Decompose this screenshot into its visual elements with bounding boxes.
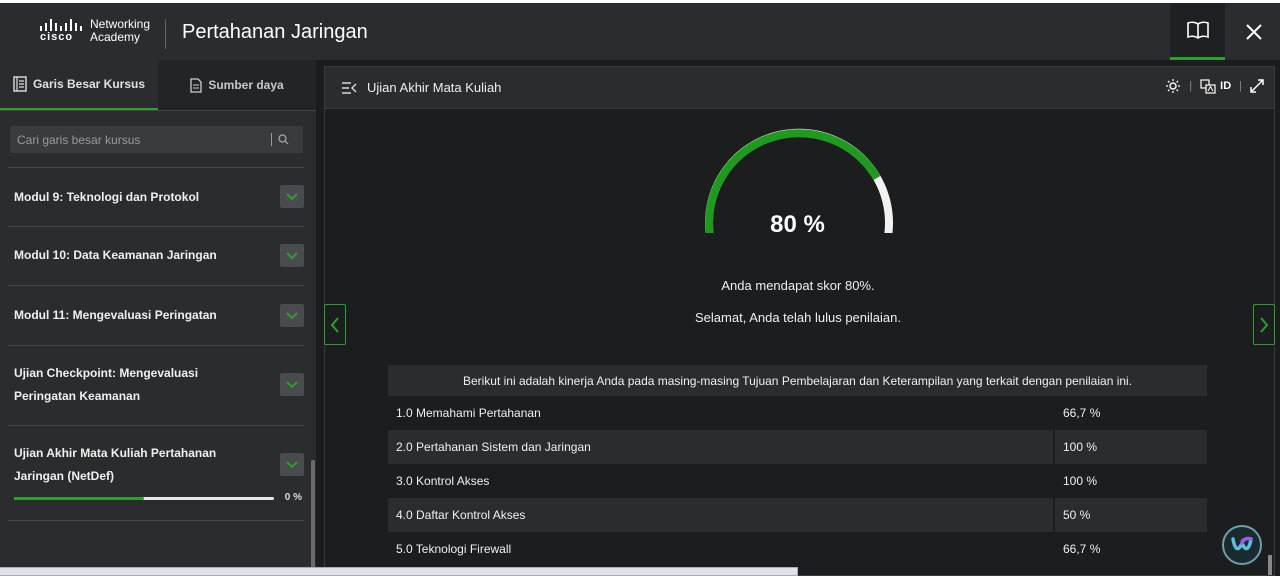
course-sidebar: Garis Besar Kursus Sumber daya Modul 9: … — [0, 60, 316, 576]
module-label: Modul 10: Data Keamanan Jaringan — [14, 248, 217, 262]
course-outline-list: Modul 9: Teknologi dan Protokol Modul 10… — [8, 167, 304, 521]
objective-cell: 5.0 Teknologi Firewall — [396, 542, 512, 556]
progress-fill — [14, 497, 144, 500]
chevron-down-icon — [286, 380, 298, 388]
expand-button[interactable] — [280, 185, 304, 208]
tab-course-outline-label: Garis Besar Kursus — [32, 77, 146, 91]
open-book-icon — [1186, 21, 1209, 39]
cisco-networking-academy-logo[interactable]: cisco Networking Academy — [38, 17, 158, 49]
expand-button[interactable] — [280, 244, 304, 267]
list-item-module-9[interactable]: Modul 9: Teknologi dan Protokol — [8, 167, 304, 226]
module-label: Ujian Akhir Mata Kuliah Pertahanan Jarin… — [14, 446, 217, 483]
module-label: Modul 11: Mengevaluasi Peringatan — [14, 308, 217, 322]
chevron-down-icon — [286, 192, 298, 200]
brightness-icon[interactable] — [1165, 78, 1181, 94]
search-icon[interactable] — [278, 134, 289, 145]
score-cell: 66,7 % — [1053, 396, 1207, 430]
expand-button[interactable] — [280, 373, 304, 396]
logo-brand: cisco — [40, 31, 74, 43]
pass-message: Selamat, Anda telah lulus penilaian. — [695, 310, 901, 325]
previous-page-button[interactable] — [324, 304, 346, 345]
table-row: 4.0 Daftar Kontrol Akses 50 % — [388, 498, 1207, 532]
logo-line2: Academy — [90, 30, 141, 44]
header-divider — [165, 19, 166, 49]
tab-resources-label: Sumber daya — [208, 78, 284, 92]
table-row: 2.0 Pertahanan Sistem dan Jaringan 100 % — [388, 430, 1207, 464]
search-separator — [271, 133, 272, 146]
score-message: Anda mendapat skor 80%. — [721, 278, 875, 293]
content-scrollbar[interactable] — [1268, 555, 1272, 575]
objective-cell: 2.0 Pertahanan Sistem dan Jaringan — [396, 440, 591, 454]
objective-cell: 3.0 Kontrol Akses — [396, 474, 490, 488]
close-icon — [1246, 23, 1262, 40]
score-cell: 100 % — [1053, 430, 1207, 464]
list-item-final-exam[interactable]: Ujian Akhir Mata Kuliah Pertahanan Jarin… — [8, 425, 304, 521]
close-button[interactable] — [1228, 3, 1280, 60]
objective-cell: 1.0 Memahami Pertahanan — [396, 406, 541, 420]
score-cell: 66,7 % — [1053, 532, 1207, 566]
list-item-module-11[interactable]: Modul 11: Mengevaluasi Peringatan — [8, 285, 304, 345]
chevron-left-icon — [330, 316, 339, 333]
search-input[interactable] — [17, 132, 267, 147]
outline-search — [10, 126, 303, 153]
table-row: 1.0 Memahami Pertahanan 66,7 % — [388, 396, 1207, 430]
top-bar: cisco Networking Academy Pertahanan Jari… — [0, 0, 1280, 60]
chevron-right-icon — [1260, 316, 1269, 333]
logo-text: Networking Academy — [90, 18, 150, 44]
course-book-button[interactable] — [1170, 3, 1225, 60]
table-header: Berikut ini adalah kinerja Anda pada mas… — [388, 365, 1207, 396]
objective-cell: 4.0 Daftar Kontrol Akses — [396, 508, 526, 522]
module-label: Ujian Checkpoint: Mengevaluasi Peringata… — [14, 366, 199, 403]
header-tools: | ID | — [1165, 78, 1264, 94]
sidebar-tabs: Garis Besar Kursus Sumber daya — [0, 60, 316, 111]
chevron-down-icon — [286, 460, 298, 468]
content-header: Ujian Akhir Mata Kuliah | ID | — [325, 67, 1274, 109]
tool-separator: | — [1239, 80, 1242, 92]
sidebar-scrollbar[interactable] — [311, 460, 315, 572]
score-cell: 50 % — [1053, 498, 1207, 532]
next-page-button[interactable] — [1253, 304, 1275, 345]
content-title: Ujian Akhir Mata Kuliah — [367, 80, 502, 95]
expand-button[interactable] — [280, 304, 304, 327]
objectives-table: Berikut ini adalah kinerja Anda pada mas… — [388, 365, 1207, 566]
tab-course-outline[interactable]: Garis Besar Kursus — [0, 60, 158, 110]
course-title: Pertahanan Jaringan — [182, 21, 368, 43]
progress-percent: 0 % — [284, 492, 302, 503]
expand-icon[interactable] — [1250, 79, 1264, 93]
outline-icon — [13, 76, 27, 92]
table-row: 3.0 Kontrol Akses 100 % — [388, 464, 1207, 498]
exam-result-panel: Ujian Akhir Mata Kuliah | ID | 80 % Anda… — [324, 66, 1275, 576]
tab-resources[interactable]: Sumber daya — [158, 60, 316, 110]
cisco-bars-icon — [40, 19, 82, 31]
module-label: Modul 9: Teknologi dan Protokol — [14, 190, 200, 204]
language-code: ID — [1220, 80, 1232, 92]
language-selector[interactable]: ID — [1200, 78, 1232, 94]
chevron-down-icon — [286, 311, 298, 319]
tool-separator: | — [1189, 80, 1193, 92]
progress-bar — [14, 497, 274, 500]
score-cell: 100 % — [1053, 464, 1207, 498]
collapse-menu-icon[interactable] — [341, 82, 357, 94]
webex-icon — [1231, 536, 1253, 551]
status-url-bar — [0, 567, 798, 576]
translate-icon — [1200, 78, 1216, 94]
document-icon — [190, 77, 202, 93]
list-item-checkpoint-exam[interactable]: Ujian Checkpoint: Mengevaluasi Peringata… — [8, 345, 304, 425]
list-item-module-10[interactable]: Modul 10: Data Keamanan Jaringan — [8, 226, 304, 285]
chevron-down-icon — [286, 251, 298, 259]
table-row: 5.0 Teknologi Firewall 66,7 % — [388, 532, 1207, 566]
score-value: 80 % — [770, 211, 825, 238]
chat-assistant-button[interactable] — [1222, 525, 1262, 565]
expand-button[interactable] — [280, 453, 304, 476]
